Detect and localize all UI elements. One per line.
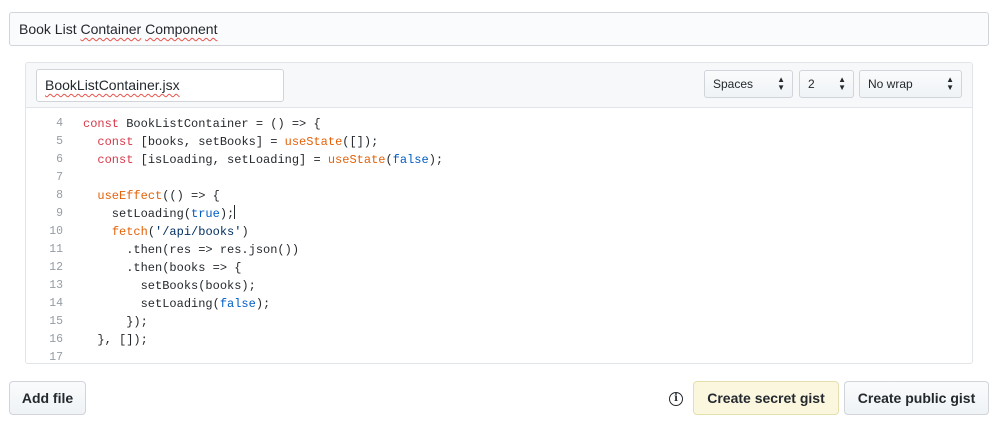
code-token: false (392, 153, 429, 167)
line-number: 11 (49, 243, 63, 256)
code-token: '/api/books' (155, 225, 242, 239)
code-token: fetch (111, 225, 148, 239)
code-token: }); (83, 315, 148, 329)
code-token: ); (255, 297, 271, 311)
code-token: ( (147, 225, 156, 239)
code-token: setBooks(books); (83, 279, 256, 293)
line-number: 6 (56, 153, 63, 166)
code-text: useEffect(() => { (83, 187, 220, 205)
code-token: const (83, 117, 120, 131)
code-text: setLoading(false); (83, 295, 271, 313)
indent-mode-select[interactable]: Spaces ▲ ▼ (704, 70, 793, 98)
code-token: useEffect (97, 189, 163, 203)
code-token: setLoading( (83, 207, 192, 221)
code-editor[interactable]: 4 const BookListContainer = () => {5 cons… (26, 109, 972, 363)
code-line[interactable]: 5 const [books, setBooks] = useState([])… (26, 133, 972, 151)
code-token: [books, setBooks] = (133, 135, 285, 149)
code-line[interactable]: 12 .then(books => { (26, 259, 972, 277)
description-text-3: Component (145, 21, 218, 37)
updown-arrows-icon: ▲ ▼ (838, 75, 846, 92)
indent-mode-value: Spaces (713, 77, 754, 91)
code-token: ([]); (342, 135, 379, 149)
code-token: setLoading( (83, 297, 220, 311)
text-cursor (234, 205, 236, 219)
code-line[interactable]: 13 setBooks(books); (26, 277, 972, 295)
code-text: const [books, setBooks] = useState([]); (83, 133, 378, 151)
code-token: BookListContainer = () => { (119, 117, 321, 131)
code-token: false (219, 297, 256, 311)
code-line[interactable]: 6 const [isLoading, setLoading] = useSta… (26, 151, 972, 169)
code-token: ( (385, 153, 393, 167)
line-number: 9 (56, 207, 63, 220)
code-text: .then(res => res.json()) (83, 241, 299, 259)
code-token: [isLoading, setLoading] = (133, 153, 328, 167)
line-number: 4 (56, 117, 63, 130)
code-text: fetch('/api/books') (83, 223, 249, 241)
code-token: ); (219, 207, 235, 221)
line-number: 8 (56, 189, 63, 202)
updown-arrows-icon: ▲ ▼ (777, 75, 785, 92)
wrap-mode-value: No wrap (868, 77, 913, 91)
line-number: 16 (49, 333, 63, 346)
line-number: 14 (49, 297, 63, 310)
description-text-1: Book List (19, 21, 77, 37)
code-line[interactable]: 7 (26, 169, 972, 187)
gist-file-editor: BookListContainer.jsx Spaces ▲ ▼ 2 ▲ ▼ No … (25, 62, 973, 364)
add-file-button[interactable]: Add file (9, 381, 86, 415)
code-line[interactable]: 10 fetch('/api/books') (26, 223, 972, 241)
code-text: }, []); (83, 331, 148, 349)
code-token: const (97, 153, 134, 167)
code-token: .then(books => { (83, 261, 242, 275)
line-number: 13 (49, 279, 63, 292)
line-number: 12 (49, 261, 63, 274)
gist-description-input[interactable]: Book List Container Component (9, 12, 989, 46)
filename-value: BookListContainer.jsx (45, 77, 180, 93)
code-token: ) (241, 225, 249, 239)
code-token: const (97, 135, 134, 149)
code-line[interactable]: 17 (26, 349, 972, 364)
create-secret-gist-button[interactable]: Create secret gist (693, 381, 839, 415)
code-text: }); (83, 313, 148, 331)
filename-input[interactable]: BookListContainer.jsx (36, 69, 284, 102)
line-number: 7 (56, 171, 63, 184)
code-token: useState (327, 153, 386, 167)
code-line[interactable]: 11 .then(res => res.json()) (26, 241, 972, 259)
code-token: .then(res => res.json()) (83, 243, 300, 257)
code-token: }, []); (83, 333, 148, 347)
code-text: const [isLoading, setLoading] = useState… (83, 151, 443, 169)
code-token: useState (284, 135, 343, 149)
line-number: 15 (49, 315, 63, 328)
code-line[interactable]: 16 }, []); (26, 331, 972, 349)
indent-size-value: 2 (808, 77, 815, 91)
description-text-2: Container (80, 21, 142, 37)
file-header: BookListContainer.jsx Spaces ▲ ▼ 2 ▲ ▼ No … (26, 63, 972, 108)
code-line[interactable]: 8 useEffect(() => { (26, 187, 972, 205)
indent-size-select[interactable]: 2 ▲ ▼ (799, 70, 854, 98)
code-token: (() => { (162, 189, 220, 203)
code-line[interactable]: 9 setLoading(true); (26, 205, 972, 223)
info-icon[interactable]: i (669, 392, 683, 406)
create-public-gist-button[interactable]: Create public gist (844, 381, 989, 415)
code-text: setBooks(books); (83, 277, 256, 295)
code-text: .then(books => { (83, 259, 241, 277)
code-text: setLoading(true); (83, 205, 236, 223)
line-number: 10 (49, 225, 63, 238)
code-token: ); (428, 153, 444, 167)
line-number: 17 (49, 351, 63, 364)
code-line[interactable]: 15 }); (26, 313, 972, 331)
code-token: true (191, 207, 220, 221)
code-line[interactable]: 4 const BookListContainer = () => { (26, 115, 972, 133)
line-number: 5 (56, 135, 63, 148)
code-line[interactable]: 14 setLoading(false); (26, 295, 972, 313)
code-text: const BookListContainer = () => { (83, 115, 321, 133)
wrap-mode-select[interactable]: No wrap ▲ ▼ (859, 70, 962, 98)
updown-arrows-icon: ▲ ▼ (946, 75, 954, 92)
